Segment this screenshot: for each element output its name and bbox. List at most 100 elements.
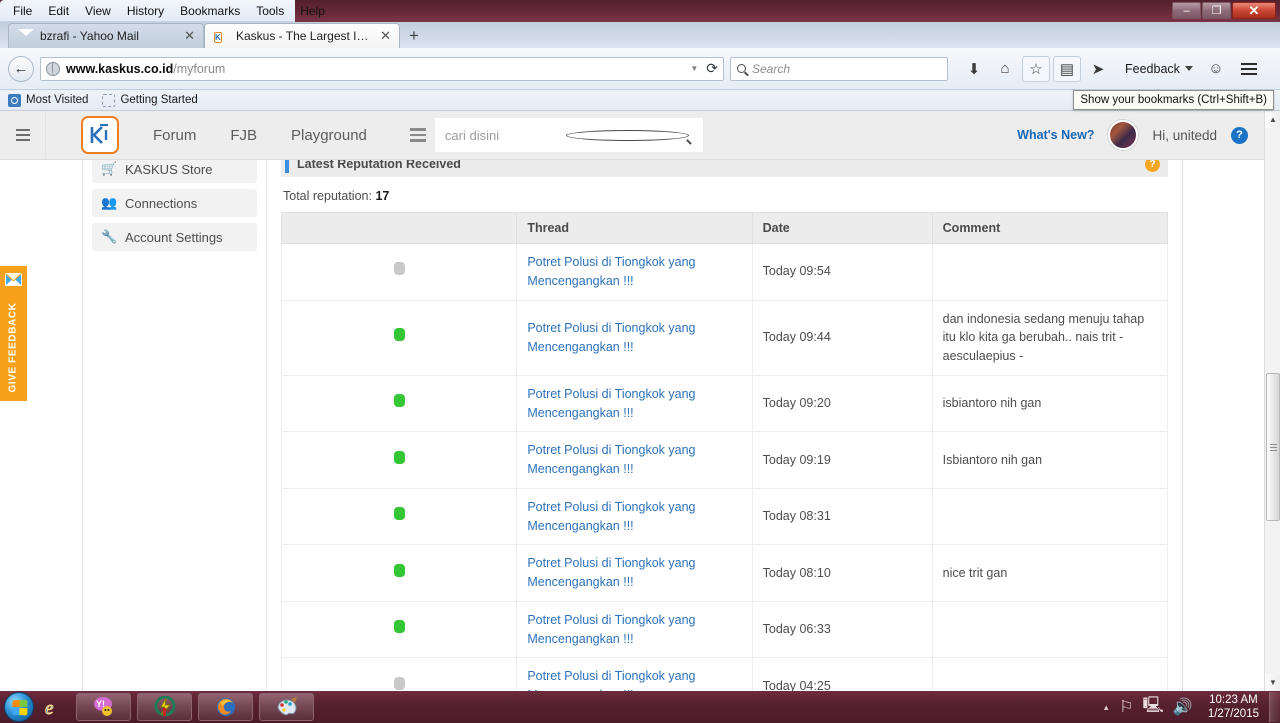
thread-cell: Potret Polusi di Tiongkok yang Mencengan… <box>516 544 753 602</box>
bookmark-getting-started[interactable]: Getting Started <box>102 93 198 107</box>
column-date: Date <box>751 212 933 244</box>
windows-flag-icon <box>11 699 27 715</box>
bookmark-star-icon[interactable]: ☆ <box>1022 55 1050 82</box>
address-bar[interactable]: www.kaskus.co.id/myforum ▼ ⟳ <box>40 56 724 81</box>
bookmark-label: Getting Started <box>120 94 198 106</box>
site-menu-icon[interactable] <box>0 111 46 160</box>
show-hidden-icons-arrow[interactable]: ▲ <box>1102 703 1110 712</box>
date-cell: Today 08:31 <box>751 487 933 546</box>
new-tab-button[interactable]: + <box>400 26 428 46</box>
user-greeting[interactable]: Hi, unitedd <box>1152 128 1217 143</box>
share-icon[interactable]: ➤ <box>1084 56 1112 82</box>
start-button[interactable] <box>4 692 34 722</box>
rep-indicator-cell <box>280 431 518 489</box>
kaskus-icon: K <box>214 32 222 43</box>
nav-fjb[interactable]: FJB <box>230 127 257 144</box>
menu-bookmarks[interactable]: Bookmarks <box>173 1 247 21</box>
maximize-button[interactable]: ❐ <box>1202 2 1231 19</box>
taskbar-app-yahoo-messenger[interactable]: Y! <box>76 693 131 721</box>
chevron-down-icon[interactable]: ▼ <box>690 64 698 73</box>
thread-link[interactable]: Potret Polusi di Tiongkok yang Mencengan… <box>527 387 695 420</box>
thread-link[interactable]: Potret Polusi di Tiongkok yang Mencengan… <box>527 500 695 533</box>
getting-started-icon <box>102 93 116 107</box>
search-input[interactable]: cari disini <box>434 118 703 152</box>
menu-view[interactable]: View <box>78 1 118 21</box>
thread-link[interactable]: Potret Polusi di Tiongkok yang Mencengan… <box>527 321 695 354</box>
give-feedback-label: GIVE FEEDBACK <box>8 301 20 393</box>
thread-link[interactable]: Potret Polusi di Tiongkok yang Mencengan… <box>527 556 695 589</box>
menu-help[interactable]: Help <box>293 1 332 21</box>
sidebar-item-connections[interactable]: 👥 Connections <box>92 189 257 217</box>
avatar[interactable] <box>1108 120 1139 150</box>
menu-file[interactable]: File <box>6 1 39 21</box>
kaskus-logo-icon[interactable] <box>81 116 119 154</box>
tab-yahoo-mail[interactable]: bzrafi - Yahoo Mail ✕ <box>8 23 204 48</box>
search-category-icon[interactable] <box>400 118 435 152</box>
minimize-button[interactable]: – <box>1172 2 1201 19</box>
volume-icon[interactable]: 🔊 <box>1173 697 1193 717</box>
downloads-icon[interactable]: ⬇ <box>960 56 988 82</box>
close-icon[interactable]: ✕ <box>380 29 391 42</box>
back-button[interactable]: ← <box>8 55 34 82</box>
quicklaunch-internet-explorer[interactable]: e <box>40 693 70 721</box>
taskbar-app-paint[interactable] <box>259 693 314 721</box>
menu-edit[interactable]: Edit <box>41 1 76 21</box>
most-visited-icon <box>8 93 21 107</box>
main-column: Latest Reputation Received ? Total reput… <box>267 149 1182 691</box>
thread-link[interactable]: Potret Polusi di Tiongkok yang Mencengan… <box>527 669 695 691</box>
thread-cell: Potret Polusi di Tiongkok yang Mencengan… <box>516 487 753 546</box>
table-header-row: Thread Date Comment <box>280 212 1169 244</box>
thread-link[interactable]: Potret Polusi di Tiongkok yang Mencengan… <box>527 255 695 288</box>
menu-tools-label: Tools <box>256 3 285 18</box>
smiley-icon[interactable]: ☺ <box>1202 56 1230 82</box>
page-scrollbar[interactable]: ▲ ▼ <box>1264 111 1280 691</box>
whats-new-link[interactable]: What's New? <box>1017 128 1094 142</box>
reputation-positive-icon <box>393 507 405 521</box>
hamburger-menu-icon[interactable] <box>1236 56 1262 82</box>
close-icon[interactable]: ✕ <box>184 29 195 42</box>
help-icon[interactable]: ? <box>1231 126 1248 144</box>
feedback-button[interactable]: Feedback <box>1119 62 1199 76</box>
menu-tools[interactable]: Tools <box>249 1 291 21</box>
bookmark-most-visited[interactable]: Most Visited <box>8 93 88 107</box>
search-icon[interactable] <box>565 129 689 141</box>
nav-forum[interactable]: Forum <box>153 127 196 144</box>
give-feedback-tab[interactable]: GIVE FEEDBACK <box>0 266 27 401</box>
browser-navbar: ← www.kaskus.co.id/myforum ▼ ⟳ Search ⬇ … <box>0 48 1280 90</box>
scroll-down-arrow-icon[interactable]: ▼ <box>1265 674 1280 691</box>
browser-tabstrip: bzrafi - Yahoo Mail ✕ K Kaskus - The Lar… <box>0 22 1280 48</box>
thread-link[interactable]: Potret Polusi di Tiongkok yang Mencengan… <box>527 443 695 476</box>
wrench-icon: 🔧 <box>101 229 118 244</box>
table-row: Potret Polusi di Tiongkok yang Mencengan… <box>280 374 1169 433</box>
reload-icon[interactable]: ⟳ <box>706 60 718 77</box>
search-input[interactable]: Search <box>730 56 948 81</box>
close-button[interactable]: ✕ <box>1232 2 1276 19</box>
rep-indicator-cell <box>280 657 518 691</box>
scrollbar-thumb[interactable] <box>1266 373 1280 521</box>
show-desktop-button[interactable] <box>1269 692 1280 722</box>
network-flag-icon[interactable]: ⚐ <box>1119 697 1133 717</box>
nav-playground[interactable]: Playground <box>291 127 367 144</box>
taskbar-clock[interactable]: 10:23 AM 1/27/2015 <box>1202 693 1265 721</box>
window-controls: – ❐ ✕ <box>1172 2 1276 19</box>
thread-link[interactable]: Potret Polusi di Tiongkok yang Mencengan… <box>527 613 695 646</box>
date-cell: Today 09:54 <box>751 243 933 301</box>
globe-icon <box>46 61 60 76</box>
taskbar-app-utility[interactable] <box>137 693 192 721</box>
sidebar-item-account-settings[interactable]: 🔧 Account Settings <box>92 223 257 251</box>
content-card: 🛒 KASKUS Store 👥 Connections 🔧 Account S… <box>82 148 1183 691</box>
menu-bookmarks-label: Bookmarks <box>180 3 241 18</box>
network-monitor-icon[interactable]: 🖳 <box>1143 694 1164 721</box>
search-placeholder: cari disini <box>444 127 500 143</box>
tab-kaskus[interactable]: K Kaskus - The Largest Indon... ✕ <box>204 23 400 48</box>
menu-file-label: File <box>13 3 33 18</box>
reading-list-icon[interactable]: ▤ <box>1053 55 1081 82</box>
home-icon[interactable]: ⌂ <box>991 56 1019 82</box>
rep-indicator-cell <box>280 600 518 659</box>
scroll-up-arrow-icon[interactable]: ▲ <box>1265 111 1280 128</box>
feedback-label: Feedback <box>1125 61 1180 76</box>
date-cell: Today 09:20 <box>751 374 933 433</box>
menu-history[interactable]: History <box>120 1 171 21</box>
taskbar-app-firefox[interactable] <box>198 693 253 721</box>
give-feedback-label-bar: GIVE FEEDBACK <box>0 293 27 401</box>
